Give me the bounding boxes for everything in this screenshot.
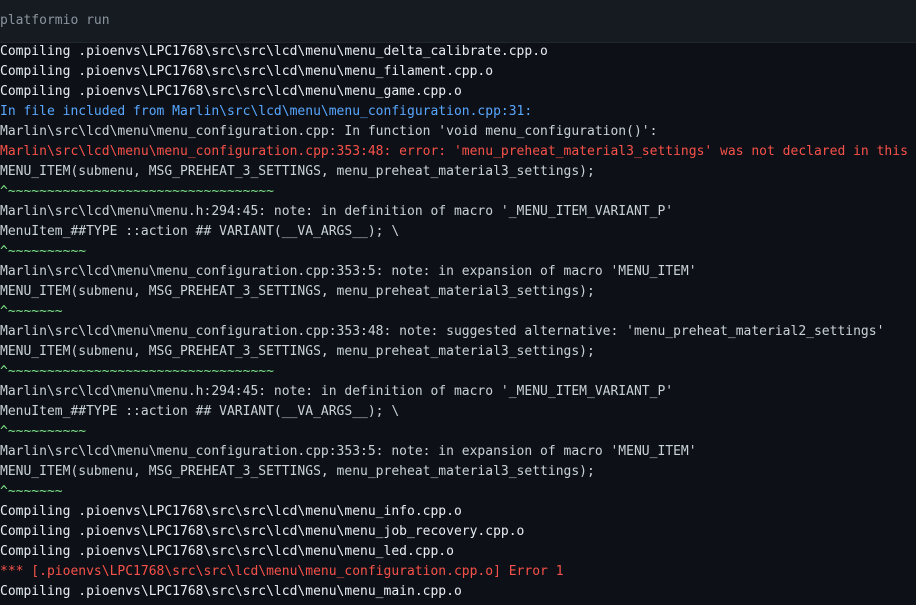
terminal-header: platformio run (0, 0, 916, 43)
caret-line: ^~~~~~~~~~~~~~~~~~~~~~~~~~~~~~~~~~~ (0, 364, 274, 379)
terminal-output[interactable]: Compiling .pioenvs\LPC1768\src\src\lcd\m… (0, 42, 916, 605)
output-line: Marlin\src\lcd\menu\menu_configuration.c… (0, 324, 885, 339)
output-line: Compiling .pioenvs\LPC1768\src\src\lcd\m… (0, 84, 462, 99)
output-line: Compiling .pioenvs\LPC1768\src\src\lcd\m… (0, 44, 548, 59)
output-line: MENU_ITEM(submenu, MSG_PREHEAT_3_SETTING… (0, 284, 595, 299)
output-line: MenuItem_##TYPE ::action ## VARIANT(__VA… (0, 404, 400, 419)
caret-line: ^~~~~~~~~~~ (0, 424, 87, 439)
output-line: Marlin\src\lcd\menu\menu_configuration.c… (0, 124, 658, 139)
output-line: Marlin\src\lcd\menu\menu.h:294:45: note:… (0, 204, 674, 219)
command-title: platformio run (0, 13, 110, 28)
output-line: Compiling .pioenvs\LPC1768\src\src\lcd\m… (0, 584, 462, 599)
output-line: Compiling .pioenvs\LPC1768\src\src\lcd\m… (0, 504, 462, 519)
output-line: Marlin\src\lcd\menu\menu.h:294:45: note:… (0, 384, 674, 399)
output-line: MENU_ITEM(submenu, MSG_PREHEAT_3_SETTING… (0, 344, 595, 359)
output-line: MENU_ITEM(submenu, MSG_PREHEAT_3_SETTING… (0, 464, 595, 479)
error-line: *** [.pioenvs\LPC1768\src\src\lcd\menu\m… (0, 564, 564, 579)
output-line: Marlin\src\lcd\menu\menu_configuration.c… (0, 264, 697, 279)
output-line: MENU_ITEM(submenu, MSG_PREHEAT_3_SETTING… (0, 164, 595, 179)
caret-line: ^~~~~~~~~~~ (0, 244, 87, 259)
output-line: Compiling .pioenvs\LPC1768\src\src\lcd\m… (0, 524, 525, 539)
error-line: Marlin\src\lcd\menu\menu_configuration.c… (0, 144, 916, 159)
output-line: Compiling .pioenvs\LPC1768\src\src\lcd\m… (0, 544, 454, 559)
caret-line: ^~~~~~~~ (0, 304, 63, 319)
output-line: MenuItem_##TYPE ::action ## VARIANT(__VA… (0, 224, 400, 239)
output-line: In file included from Marlin\src\lcd\men… (0, 104, 533, 119)
output-line: Marlin\src\lcd\menu\menu_configuration.c… (0, 444, 697, 459)
caret-line: ^~~~~~~~~~~~~~~~~~~~~~~~~~~~~~~~~~~ (0, 184, 274, 199)
caret-line: ^~~~~~~~ (0, 484, 63, 499)
output-line: Compiling .pioenvs\LPC1768\src\src\lcd\m… (0, 64, 494, 79)
